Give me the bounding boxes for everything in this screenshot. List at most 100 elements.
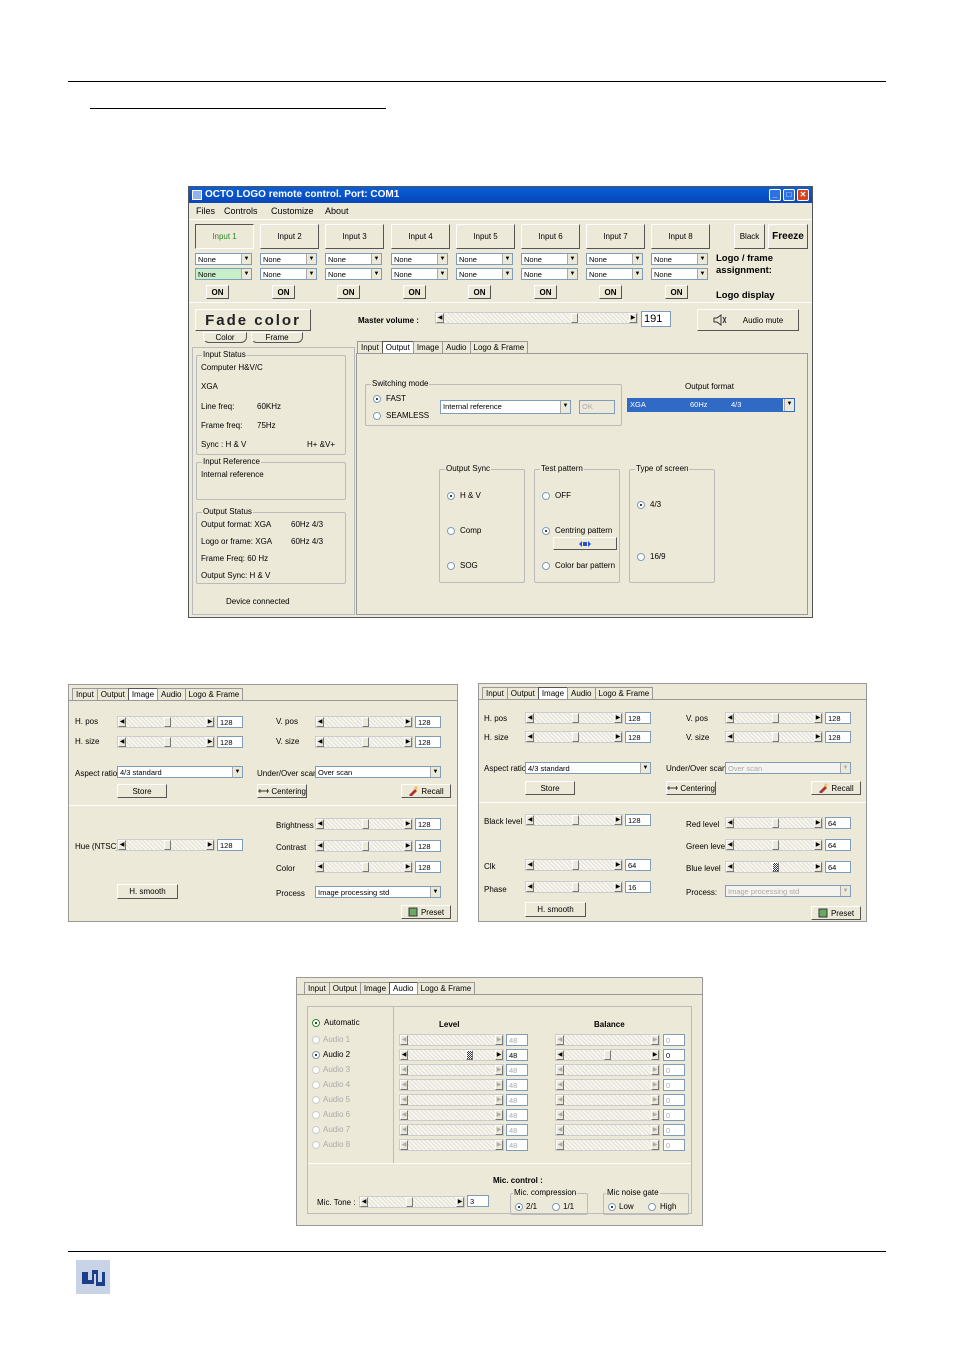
frame-select-6[interactable]: None ▼	[521, 268, 578, 280]
green-level-value[interactable]: 64	[825, 839, 851, 851]
frame-select-1[interactable]: None ▼	[195, 268, 252, 280]
mic-tone-slider[interactable]: ◀ ▶	[359, 1196, 465, 1208]
tab-audio[interactable]: Audio	[567, 687, 596, 699]
sync-comp-radio[interactable]	[447, 527, 455, 535]
tab-output[interactable]: Output	[96, 688, 129, 700]
h-size-slider[interactable]: ◀ ▶	[117, 736, 215, 748]
contrast-slider[interactable]: ◀ ▶	[315, 840, 413, 852]
tab-image[interactable]: Image	[412, 341, 444, 353]
audio-2-level-value[interactable]: 48	[506, 1049, 528, 1061]
frame-select-2[interactable]: None ▼	[260, 268, 317, 280]
store-button[interactable]: Store	[117, 784, 167, 798]
v-pos-slider[interactable]: ◀ ▶	[315, 716, 413, 728]
logo-select-6[interactable]: None ▼	[521, 253, 578, 265]
tab-image[interactable]: Image	[359, 982, 391, 994]
logo-select-4[interactable]: None ▼	[391, 253, 448, 265]
tab-logo-frame[interactable]: Logo & Frame	[469, 341, 529, 353]
red-level-slider[interactable]: ◀ ▶	[725, 817, 823, 829]
input-4-button[interactable]: Input 4	[391, 224, 450, 249]
logo-on-button-4[interactable]: ON	[403, 285, 426, 299]
audio-7-balance-slider[interactable]: ◀ ▶	[555, 1124, 660, 1136]
close-button[interactable]: ✕	[797, 189, 809, 201]
tab-logo-frame[interactable]: Logo & Frame	[184, 688, 244, 700]
logo-on-button-5[interactable]: ON	[468, 285, 491, 299]
logo-on-button-3[interactable]: ON	[337, 285, 360, 299]
logo-on-button-6[interactable]: ON	[534, 285, 557, 299]
h-size-value[interactable]: 128	[625, 731, 651, 743]
h-pos-value[interactable]: 128	[625, 712, 651, 724]
fade-color-tab[interactable]: Color	[203, 332, 247, 343]
compression-11-radio[interactable]	[552, 1203, 560, 1211]
hue-value[interactable]: 128	[217, 839, 243, 851]
screen-169-radio[interactable]	[637, 553, 645, 561]
audio-3-balance-slider[interactable]: ◀ ▶	[555, 1064, 660, 1076]
audio-6-balance-slider[interactable]: ◀ ▶	[555, 1109, 660, 1121]
logo-select-7[interactable]: None ▼	[586, 253, 643, 265]
centring-pattern-radio[interactable]	[542, 527, 550, 535]
contrast-value[interactable]: 128	[415, 840, 441, 852]
green-level-slider[interactable]: ◀ ▶	[725, 839, 823, 851]
logo-on-button-1[interactable]: ON	[206, 285, 229, 299]
tab-output[interactable]: Output	[328, 982, 361, 994]
audio-2-balance-slider[interactable]: ◀ ▶	[555, 1049, 660, 1061]
blue-level-slider[interactable]: ◀ ▶	[725, 861, 823, 873]
input-2-button[interactable]: Input 2	[260, 224, 319, 249]
h-smooth-button[interactable]: H. smooth	[525, 902, 586, 917]
audio-2-level-slider[interactable]: ◀ ▶	[399, 1049, 504, 1061]
tab-audio[interactable]: Audio	[157, 688, 186, 700]
logo-on-button-2[interactable]: ON	[272, 285, 295, 299]
store-button[interactable]: Store	[525, 781, 575, 795]
v-size-slider[interactable]: ◀ ▶	[725, 731, 823, 743]
black-level-slider[interactable]: ◀ ▶	[525, 814, 623, 826]
color-bar-radio[interactable]	[542, 562, 550, 570]
pattern-off-radio[interactable]	[542, 492, 550, 500]
black-level-value[interactable]: 128	[625, 814, 651, 826]
hue-slider[interactable]: ◀ ▶	[117, 839, 215, 851]
gate-high-radio[interactable]	[648, 1203, 656, 1211]
tab-input[interactable]: Input	[72, 688, 98, 700]
centering-button[interactable]: Centering	[666, 781, 716, 795]
logo-select-5[interactable]: None ▼	[456, 253, 513, 265]
frame-select-3[interactable]: None ▼	[325, 268, 382, 280]
audio-7-level-slider[interactable]: ◀ ▶	[399, 1124, 504, 1136]
menu-customize[interactable]: Customize	[271, 206, 314, 216]
tab-logo-frame[interactable]: Logo & Frame	[594, 687, 654, 699]
audio-3-radio[interactable]	[312, 1066, 320, 1074]
blue-level-value[interactable]: 64	[825, 861, 851, 873]
v-size-value[interactable]: 128	[825, 731, 851, 743]
frame-select-4[interactable]: None ▼	[391, 268, 448, 280]
sync-sog-radio[interactable]	[447, 562, 455, 570]
tab-audio[interactable]: Audio	[442, 341, 471, 353]
centring-adjust-button[interactable]	[553, 537, 617, 550]
logo-select-1[interactable]: None ▼	[195, 253, 252, 265]
audio-1-radio[interactable]	[312, 1036, 320, 1044]
title-bar[interactable]: OCTO LOGO remote control. Port: COM1 _ □…	[189, 187, 812, 203]
input-7-button[interactable]: Input 7	[586, 224, 645, 249]
automatic-radio[interactable]	[312, 1019, 320, 1027]
input-6-button[interactable]: Input 6	[521, 224, 580, 249]
output-format-select[interactable]: XGA 60Hz 4/3 ▼	[627, 398, 795, 412]
audio-8-radio[interactable]	[312, 1141, 320, 1149]
h-pos-slider[interactable]: ◀ ▶	[117, 716, 215, 728]
audio-4-balance-slider[interactable]: ◀ ▶	[555, 1079, 660, 1091]
tab-output[interactable]: Output	[506, 687, 539, 699]
input-3-button[interactable]: Input 3	[325, 224, 384, 249]
logo-select-8[interactable]: None ▼	[651, 253, 708, 265]
brightness-slider[interactable]: ◀ ▶	[315, 818, 413, 830]
fade-color-button[interactable]: Fade color	[195, 309, 311, 331]
audio-5-level-slider[interactable]: ◀ ▶	[399, 1094, 504, 1106]
audio-8-level-slider[interactable]: ◀ ▶	[399, 1139, 504, 1151]
audio-2-balance-value[interactable]: 0	[663, 1049, 685, 1061]
brightness-value[interactable]: 128	[415, 818, 441, 830]
maximize-button[interactable]: □	[783, 189, 795, 201]
audio-1-level-slider[interactable]: ◀ ▶	[399, 1034, 504, 1046]
v-pos-value[interactable]: 128	[415, 716, 441, 728]
audio-5-radio[interactable]	[312, 1096, 320, 1104]
fade-frame-tab[interactable]: Frame	[251, 332, 303, 343]
compression-21-radio[interactable]	[515, 1203, 523, 1211]
preset-button[interactable]: Preset	[401, 905, 451, 919]
under-over-select[interactable]: Over scan ▼	[315, 766, 441, 778]
audio-6-radio[interactable]	[312, 1111, 320, 1119]
audio-6-level-slider[interactable]: ◀ ▶	[399, 1109, 504, 1121]
input-5-button[interactable]: Input 5	[456, 224, 515, 249]
